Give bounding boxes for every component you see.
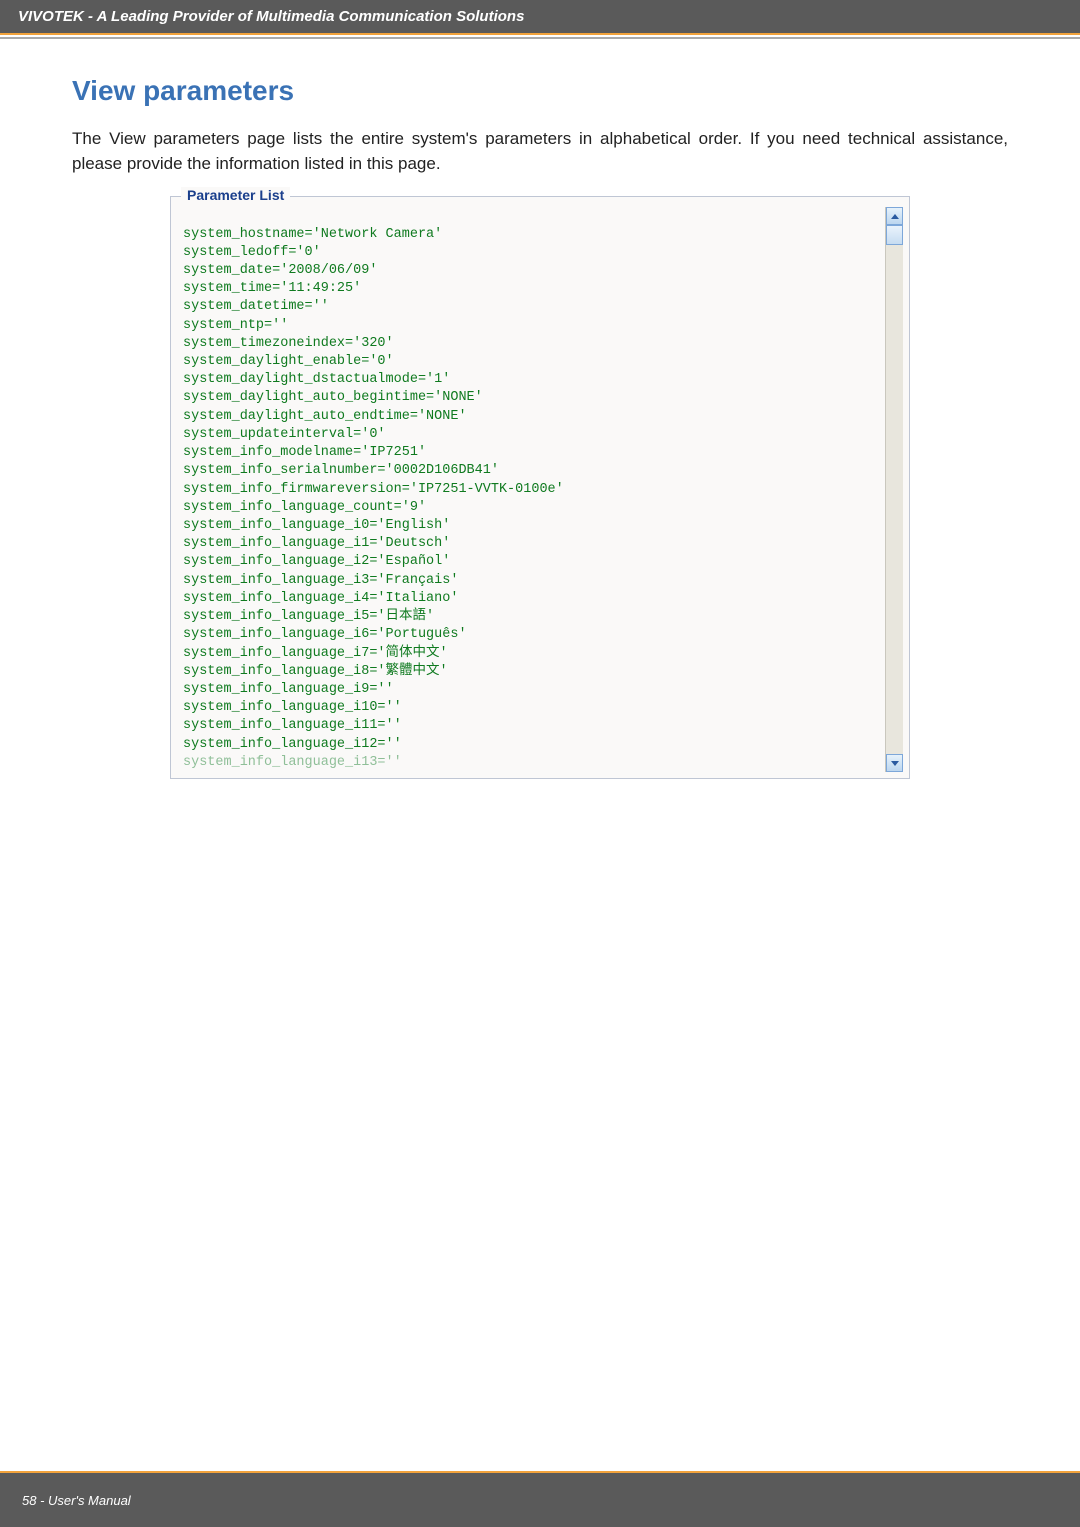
parameter-text: system_hostname='Network Camera' system_…	[183, 207, 885, 772]
parameter-cutoff-line: system_info_language_i13=''	[183, 755, 402, 770]
scroll-down-button[interactable]	[886, 754, 903, 772]
content-area: View parameters The View parameters page…	[0, 39, 1080, 779]
panel-wrapper: Parameter List system_hostname='Network …	[72, 196, 1008, 779]
footer-page-label: 58 - User's Manual	[22, 1493, 131, 1508]
chevron-down-icon	[891, 761, 899, 766]
scroll-up-button[interactable]	[886, 207, 903, 225]
scroll-thumb[interactable]	[886, 225, 903, 245]
page-footer: 58 - User's Manual	[0, 1471, 1080, 1527]
page-header: VIVOTEK - A Leading Provider of Multimed…	[0, 0, 1080, 35]
panel-legend: Parameter List	[181, 187, 290, 203]
scroll-track[interactable]	[886, 245, 903, 754]
chevron-up-icon	[891, 214, 899, 219]
page-title: View parameters	[72, 75, 1008, 107]
document-page: VIVOTEK - A Leading Provider of Multimed…	[0, 0, 1080, 1527]
intro-paragraph: The View parameters page lists the entir…	[72, 127, 1008, 176]
parameter-scroll-area: system_hostname='Network Camera' system_…	[183, 207, 903, 772]
scrollbar[interactable]	[885, 207, 903, 772]
header-brand-text: VIVOTEK - A Leading Provider of Multimed…	[18, 8, 524, 25]
parameter-list-panel: Parameter List system_hostname='Network …	[170, 196, 910, 779]
